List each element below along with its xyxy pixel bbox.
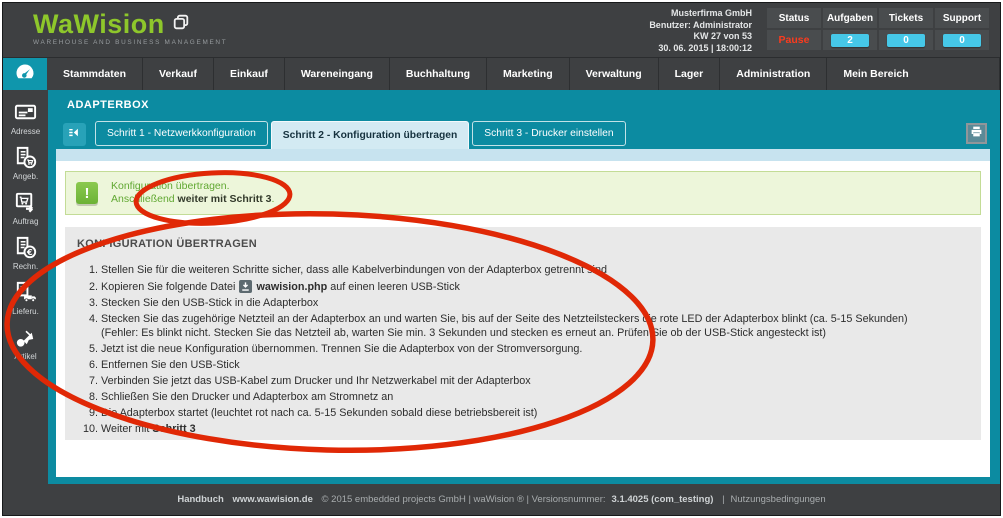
instruction-step: Verbinden Sie jetzt das USB-Kabel zum Dr… xyxy=(101,375,969,388)
footer-copyright: © 2015 embedded projects GmbH | waWision… xyxy=(322,494,606,505)
instruction-step: Kopieren Sie folgende Dateiwawision.php … xyxy=(101,280,969,294)
header-button-support[interactable]: Support 0 xyxy=(935,8,989,50)
tab-schritt-1-netzwerkkonfiguration[interactable]: Schritt 1 - Netzwerkkonfiguration xyxy=(95,121,268,146)
instruction-step: Schließen Sie den Drucker und Adapterbox… xyxy=(101,391,969,404)
instruction-step: Entfernen Sie den USB-Stick xyxy=(101,359,969,372)
logo-subtitle: WAREHOUSE AND BUSINESS MANAGEMENT xyxy=(33,39,227,46)
step-note: (Fehler: Es blinkt nicht. Stecken Sie da… xyxy=(101,327,969,340)
instruction-step: Stellen Sie für die weiteren Schritte si… xyxy=(101,264,969,277)
nav-item-wareneingang[interactable]: Wareneingang xyxy=(285,58,390,90)
sidebar-item-lieferu[interactable]: Lieferu. xyxy=(12,280,39,316)
nav-item-verkauf[interactable]: Verkauf xyxy=(143,58,214,90)
order-cart-icon xyxy=(13,190,38,215)
next-step-hint: weiter mit Schritt 3 xyxy=(178,193,272,205)
instructions-title: KONFIGURATION ÜBERTRAGEN xyxy=(77,238,969,250)
instructions-panel: KONFIGURATION ÜBERTRAGEN Stellen Sie für… xyxy=(65,227,981,440)
page-title: ADAPTERBOX xyxy=(56,90,990,118)
gauge-icon xyxy=(13,60,37,89)
sidebar-item-rechn[interactable]: € Rechn. xyxy=(13,235,38,271)
instruction-step: Stecken Sie den USB-Stick in die Adapter… xyxy=(101,297,969,310)
sidebar-item-adresse[interactable]: Adresse xyxy=(11,100,40,136)
sidebar-item-artikel[interactable]: Artikel xyxy=(13,325,38,361)
date-time: 30. 06. 2015 | 18:00:12 xyxy=(649,43,752,55)
app-window: WaWision WAREHOUSE AND BUSINESS MANAGEME… xyxy=(2,2,1001,516)
tab-content: ! Konfiguration übertragen. Anschließend… xyxy=(56,161,990,477)
status-value: Pause xyxy=(779,34,810,46)
count-badge: 2 xyxy=(831,34,869,47)
sidebar-item-angeb[interactable]: Angeb. xyxy=(13,145,38,181)
footer-manual-link[interactable]: Handbuch xyxy=(177,494,223,505)
nav-item-mein-bereich[interactable]: Mein Bereich xyxy=(827,58,1000,90)
session-info: Musterfirma GmbH Benutzer: Administrator… xyxy=(649,8,752,54)
instruction-steps: Stellen Sie für die weiteren Schritte si… xyxy=(77,264,969,437)
current-user: Benutzer: Administrator xyxy=(649,20,752,32)
instruction-step: Die Adapterbox startet (leuchtet rot nac… xyxy=(101,407,969,420)
nav-item-buchhaltung[interactable]: Buchhaltung xyxy=(390,58,487,90)
tab-bar: Schritt 1 - NetzwerkkonfigurationSchritt… xyxy=(56,118,990,149)
tab-schritt-3-drucker-einstellen[interactable]: Schritt 3 - Drucker einstellen xyxy=(472,121,625,146)
nav-item-administration[interactable]: Administration xyxy=(720,58,827,90)
back-arrow-icon xyxy=(67,125,82,145)
footer-terms-link[interactable]: Nutzungsbedingungen xyxy=(731,494,826,505)
footer-divider: | xyxy=(722,494,724,505)
company-name: Musterfirma GmbH xyxy=(649,8,752,20)
header-buttons: Status Pause Aufgaben 2 Tickets 0 Suppor… xyxy=(767,8,989,50)
copy-icon xyxy=(172,13,190,36)
nav-item-marketing[interactable]: Marketing xyxy=(487,58,570,90)
instruction-step: Jetzt ist die neue Konfiguration übernom… xyxy=(101,343,969,356)
nav-items: StammdatenVerkaufEinkaufWareneingangBuch… xyxy=(47,58,1000,90)
collapse-tabs-button[interactable] xyxy=(63,123,86,146)
instruction-step: Weiter mit Schritt 3 xyxy=(101,423,969,436)
header-button-tickets[interactable]: Tickets 0 xyxy=(879,8,933,50)
footer: Handbuch www.wawision.de © 2015 embedded… xyxy=(3,484,1000,515)
print-button[interactable] xyxy=(966,123,987,144)
sidebar-item-auftrag[interactable]: Auftrag xyxy=(13,190,39,226)
tab-schritt-2-konfiguration-bertragen[interactable]: Schritt 2 - Konfiguration übertragen xyxy=(271,121,469,149)
count-badge: 0 xyxy=(943,34,981,47)
offer-document-icon xyxy=(13,145,38,170)
sidebar: Adresse Angeb. Auftrag € Rechn. Lieferu.… xyxy=(3,90,48,484)
content-frame: ADAPTERBOX Schritt 1 - Netzwerkkonfigura… xyxy=(48,90,1000,484)
success-message-text: Konfiguration übertragen. Anschließend w… xyxy=(111,180,274,207)
main-area: Adresse Angeb. Auftrag € Rechn. Lieferu.… xyxy=(3,90,1000,484)
address-card-icon xyxy=(13,100,38,125)
calendar-week: KW 27 von 53 xyxy=(649,31,752,43)
delivery-truck-icon xyxy=(13,280,38,305)
footer-website-link[interactable]: www.wawision.de xyxy=(232,494,312,505)
top-header: WaWision WAREHOUSE AND BUSINESS MANAGEME… xyxy=(3,3,1000,57)
printer-icon xyxy=(970,125,983,143)
count-badge: 0 xyxy=(887,34,925,47)
success-message: ! Konfiguration übertragen. Anschließend… xyxy=(65,171,981,215)
home-button[interactable] xyxy=(3,58,47,90)
alert-icon: ! xyxy=(76,182,98,204)
download-icon[interactable] xyxy=(235,281,256,293)
main-nav: StammdatenVerkaufEinkaufWareneingangBuch… xyxy=(3,57,1000,90)
nav-item-einkauf[interactable]: Einkauf xyxy=(214,58,285,90)
tab-strip-underline xyxy=(56,149,990,161)
logo[interactable]: WaWision WAREHOUSE AND BUSINESS MANAGEME… xyxy=(33,10,227,46)
footer-version: 3.1.4025 (com_testing) xyxy=(612,494,714,505)
svg-text:€: € xyxy=(26,247,33,257)
header-button-aufgaben[interactable]: Aufgaben 2 xyxy=(823,8,877,50)
header-button-status[interactable]: Status Pause xyxy=(767,8,821,50)
logo-title: WaWision xyxy=(33,10,165,38)
invoice-euro-icon: € xyxy=(13,235,38,260)
tabs: Schritt 1 - NetzwerkkonfigurationSchritt… xyxy=(95,121,629,149)
nav-item-lager[interactable]: Lager xyxy=(659,58,721,90)
nav-item-stammdaten[interactable]: Stammdaten xyxy=(47,58,143,90)
article-pin-icon xyxy=(13,325,38,350)
nav-item-verwaltung[interactable]: Verwaltung xyxy=(570,58,659,90)
instruction-step: Stecken Sie das zugehörige Netzteil an d… xyxy=(101,313,969,341)
